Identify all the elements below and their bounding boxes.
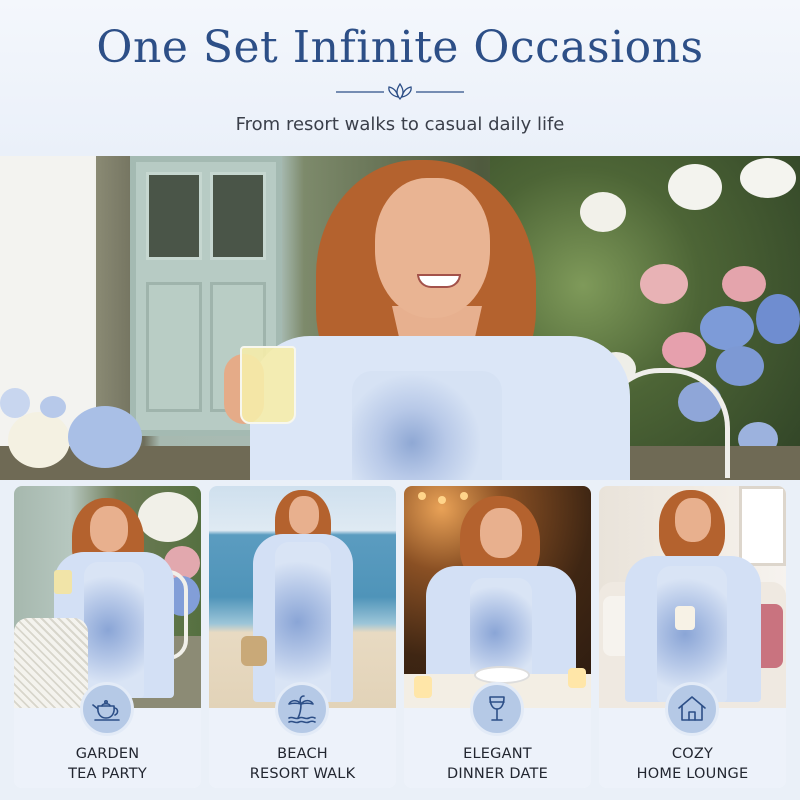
card-label: BEACH RESORT WALK (249, 746, 356, 782)
house-icon (665, 682, 719, 736)
dinner-photo (404, 486, 591, 708)
hero-photo (0, 156, 800, 480)
card-garden-tea-party: GARDEN TEA PARTY (14, 486, 201, 788)
header: One Set Infinite Occasions From resort w… (0, 0, 800, 156)
woman-face (375, 178, 490, 318)
card-label: GARDEN TEA PARTY (68, 746, 147, 782)
card-beach-resort-walk: BEACH RESORT WALK (209, 486, 396, 788)
teapot-icon (80, 682, 134, 736)
lemonade-glass (240, 346, 296, 424)
floral-dress (352, 371, 502, 480)
page-subtitle: From resort walks to casual daily life (235, 114, 565, 135)
palm-tree-icon (275, 682, 329, 736)
card-label: ELEGANT DINNER DATE (447, 746, 548, 782)
card-label: COZY HOME LOUNGE (636, 746, 749, 782)
beach-photo (209, 486, 396, 708)
card-cozy-home-lounge: COZY HOME LOUNGE (599, 486, 786, 788)
wine-glass-icon (470, 682, 524, 736)
card-elegant-dinner-date: ELEGANT DINNER DATE (404, 486, 591, 788)
garden-photo (14, 486, 201, 708)
page-title: One Set Infinite Occasions (96, 22, 704, 73)
occasion-cards: GARDEN TEA PARTY BEACH RESORT WALK ELEGA… (0, 480, 800, 800)
ornament-divider-icon (336, 82, 464, 101)
lounge-photo (599, 486, 786, 708)
